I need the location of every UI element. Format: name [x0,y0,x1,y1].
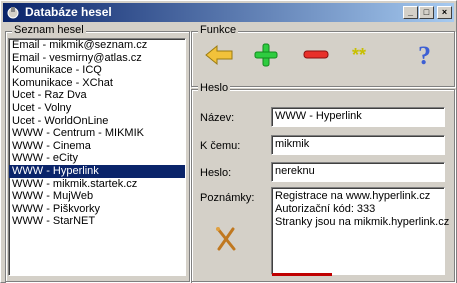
tools-button[interactable] [208,222,244,256]
list-item[interactable]: WWW - Cinema [9,140,185,153]
list-item[interactable]: WWW - Hyperlink [9,164,185,178]
title-bar[interactable]: Databáze hesel _ □ × [3,3,454,22]
name-label: Název: [200,112,235,124]
window-title: Databáze hesel [25,5,112,19]
notes-line: Registrace na www.hyperlink.cz [275,190,431,202]
list-item[interactable]: WWW - mikmik.startek.cz [9,178,185,191]
minimize-button[interactable]: _ [403,6,418,19]
app-icon [6,5,20,19]
list-item[interactable]: Komunikace - XChat [9,77,185,90]
list-item[interactable]: WWW - eCity [9,152,185,165]
name-field[interactable]: WWW - Hyperlink [271,107,445,127]
password-label: Heslo: [200,167,232,179]
back-arrow-icon [205,44,233,66]
password-detail-label: Heslo [198,82,231,95]
list-item[interactable]: WWW - StarNET [9,215,185,228]
asterisks-icon: ** [352,47,366,63]
password-list-label: Seznam hesel [12,24,86,37]
svg-text:?: ? [418,41,431,69]
plus-icon [254,43,278,67]
notes-field[interactable]: Registrace na www.hyperlink.cz Autorizač… [271,187,450,275]
list-item[interactable]: Email - mikmik@seznam.cz [9,39,185,52]
list-item[interactable]: Ucet - Volny [9,102,185,115]
list-item[interactable]: WWW - MujWeb [9,190,185,203]
for-what-field[interactable]: mikmik [271,135,445,155]
notes-line: Autorizační kód: 333 [275,203,376,215]
password-list[interactable]: Email - mikmik@seznam.cz Email - vesmirny… [8,38,186,276]
list-item[interactable]: Email - vesmirny@atlas.cz [9,52,185,65]
list-item[interactable]: WWW - Centrum - MIKMIK [9,127,185,140]
notes-label: Poznámky: [200,192,255,204]
show-password-button[interactable]: ** [348,38,384,72]
list-item[interactable]: Ucet - WorldOnLine [9,115,185,128]
password-field[interactable]: nereknu [271,162,445,182]
delete-button[interactable] [298,38,334,72]
app-window: Databáze hesel _ □ × Seznam hesel Email … [0,0,457,283]
maximize-button[interactable]: □ [419,6,434,19]
list-item[interactable]: WWW - Piškvorky [9,203,185,216]
notes-line: Stranky jsou na mikmik.hyperlink.cz [275,216,450,228]
tools-icon [216,227,236,251]
close-button[interactable]: × [437,6,452,19]
list-item[interactable]: Komunikace - ICQ [9,64,185,77]
back-button[interactable] [201,38,237,72]
notes-scroll-indicator [272,273,332,276]
help-icon: ? [418,41,431,69]
for-what-label: K čemu: [200,140,241,152]
minus-icon [303,50,329,59]
help-button[interactable]: ? [408,38,444,72]
list-item[interactable]: Ucet - Raz Dva [9,89,185,102]
add-button[interactable] [248,38,284,72]
functions-label: Funkce [198,24,239,37]
svg-text:**: ** [352,47,366,63]
